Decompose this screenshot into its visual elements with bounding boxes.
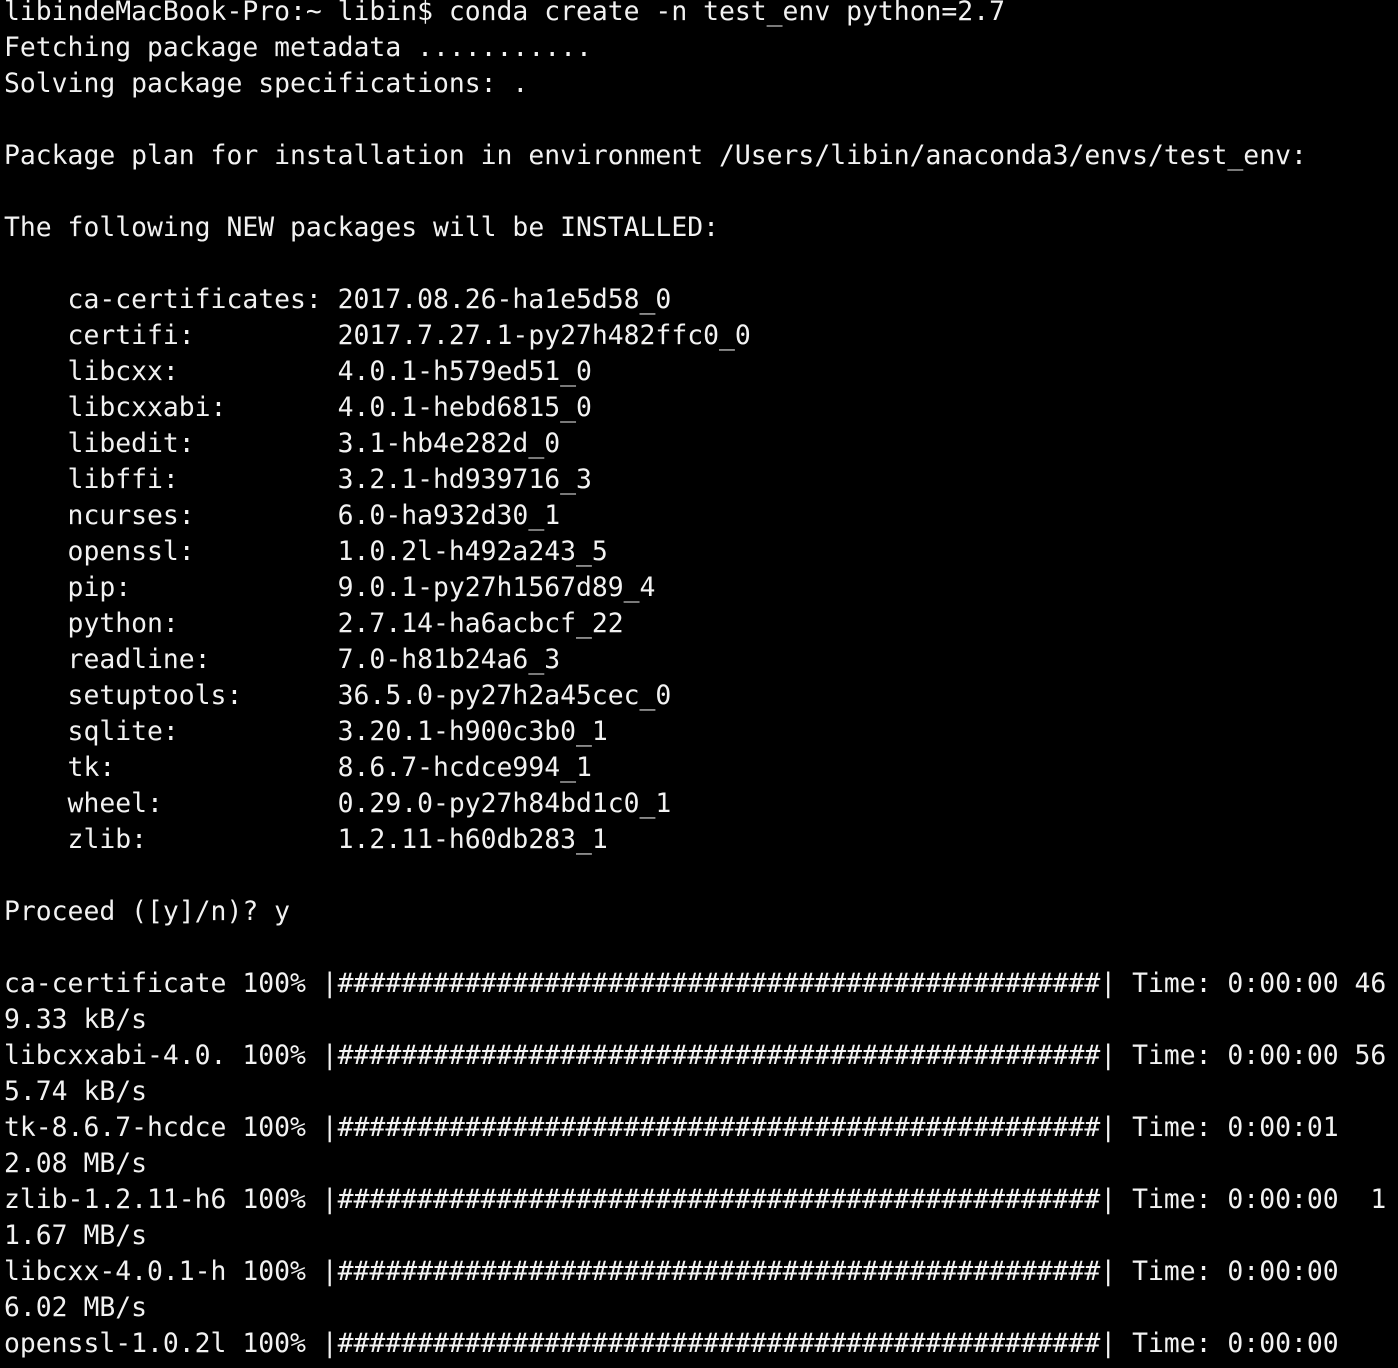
- terminal-line: 5.74 kB/s: [4, 1076, 147, 1107]
- terminal-line: python: 2.7.14-ha6acbcf_22: [4, 608, 624, 639]
- terminal-line: libcxx-4.0.1-h 100% |###################…: [4, 1256, 1339, 1287]
- terminal-output[interactable]: libindeMacBook-Pro:~ libin$ conda create…: [0, 0, 1398, 1368]
- terminal-line: sqlite: 3.20.1-h900c3b0_1: [4, 716, 608, 747]
- terminal-line: Solving package specifications: .: [4, 68, 529, 99]
- terminal-line: Proceed ([y]/n)? y: [4, 896, 290, 927]
- terminal-line: tk-8.6.7-hcdce 100% |###################…: [4, 1112, 1339, 1143]
- terminal-line: ca-certificate 100% |###################…: [4, 968, 1387, 999]
- terminal-line: zlib: 1.2.11-h60db283_1: [4, 824, 608, 855]
- terminal-line: zlib-1.2.11-h6 100% |###################…: [4, 1184, 1387, 1215]
- terminal-line: libcxx: 4.0.1-h579ed51_0: [4, 356, 592, 387]
- terminal-line: ca-certificates: 2017.08.26-ha1e5d58_0: [4, 284, 672, 315]
- terminal-line: readline: 7.0-h81b24a6_3: [4, 644, 561, 675]
- terminal-line: libedit: 3.1-hb4e282d_0: [4, 428, 561, 459]
- terminal-line: 9.33 kB/s: [4, 1004, 147, 1035]
- terminal-line: wheel: 0.29.0-py27h84bd1c0_1: [4, 788, 672, 819]
- terminal-line: certifi: 2017.7.27.1-py27h482ffc0_0: [4, 320, 751, 351]
- terminal-line: 2.08 MB/s: [4, 1148, 147, 1179]
- terminal-line: libcxxabi: 4.0.1-hebd6815_0: [4, 392, 592, 423]
- terminal-line: 1.67 MB/s: [4, 1220, 147, 1251]
- terminal-line: Package plan for installation in environ…: [4, 140, 1307, 171]
- terminal-line: libcxxabi-4.0. 100% |###################…: [4, 1040, 1387, 1071]
- terminal-line: pip: 9.0.1-py27h1567d89_4: [4, 572, 656, 603]
- terminal-line: openssl-1.0.2l 100% |###################…: [4, 1328, 1339, 1359]
- terminal-line: The following NEW packages will be INSTA…: [4, 212, 719, 243]
- terminal-line: 6.02 MB/s: [4, 1292, 147, 1323]
- terminal-line: libindeMacBook-Pro:~ libin$ conda create…: [4, 0, 1005, 27]
- terminal-line: ncurses: 6.0-ha932d30_1: [4, 500, 561, 531]
- terminal-line: libffi: 3.2.1-hd939716_3: [4, 464, 592, 495]
- terminal-line: openssl: 1.0.2l-h492a243_5: [4, 536, 608, 567]
- terminal-line: setuptools: 36.5.0-py27h2a45cec_0: [4, 680, 672, 711]
- terminal-line: Fetching package metadata ...........: [4, 32, 592, 63]
- terminal-line: tk: 8.6.7-hcdce994_1: [4, 752, 592, 783]
